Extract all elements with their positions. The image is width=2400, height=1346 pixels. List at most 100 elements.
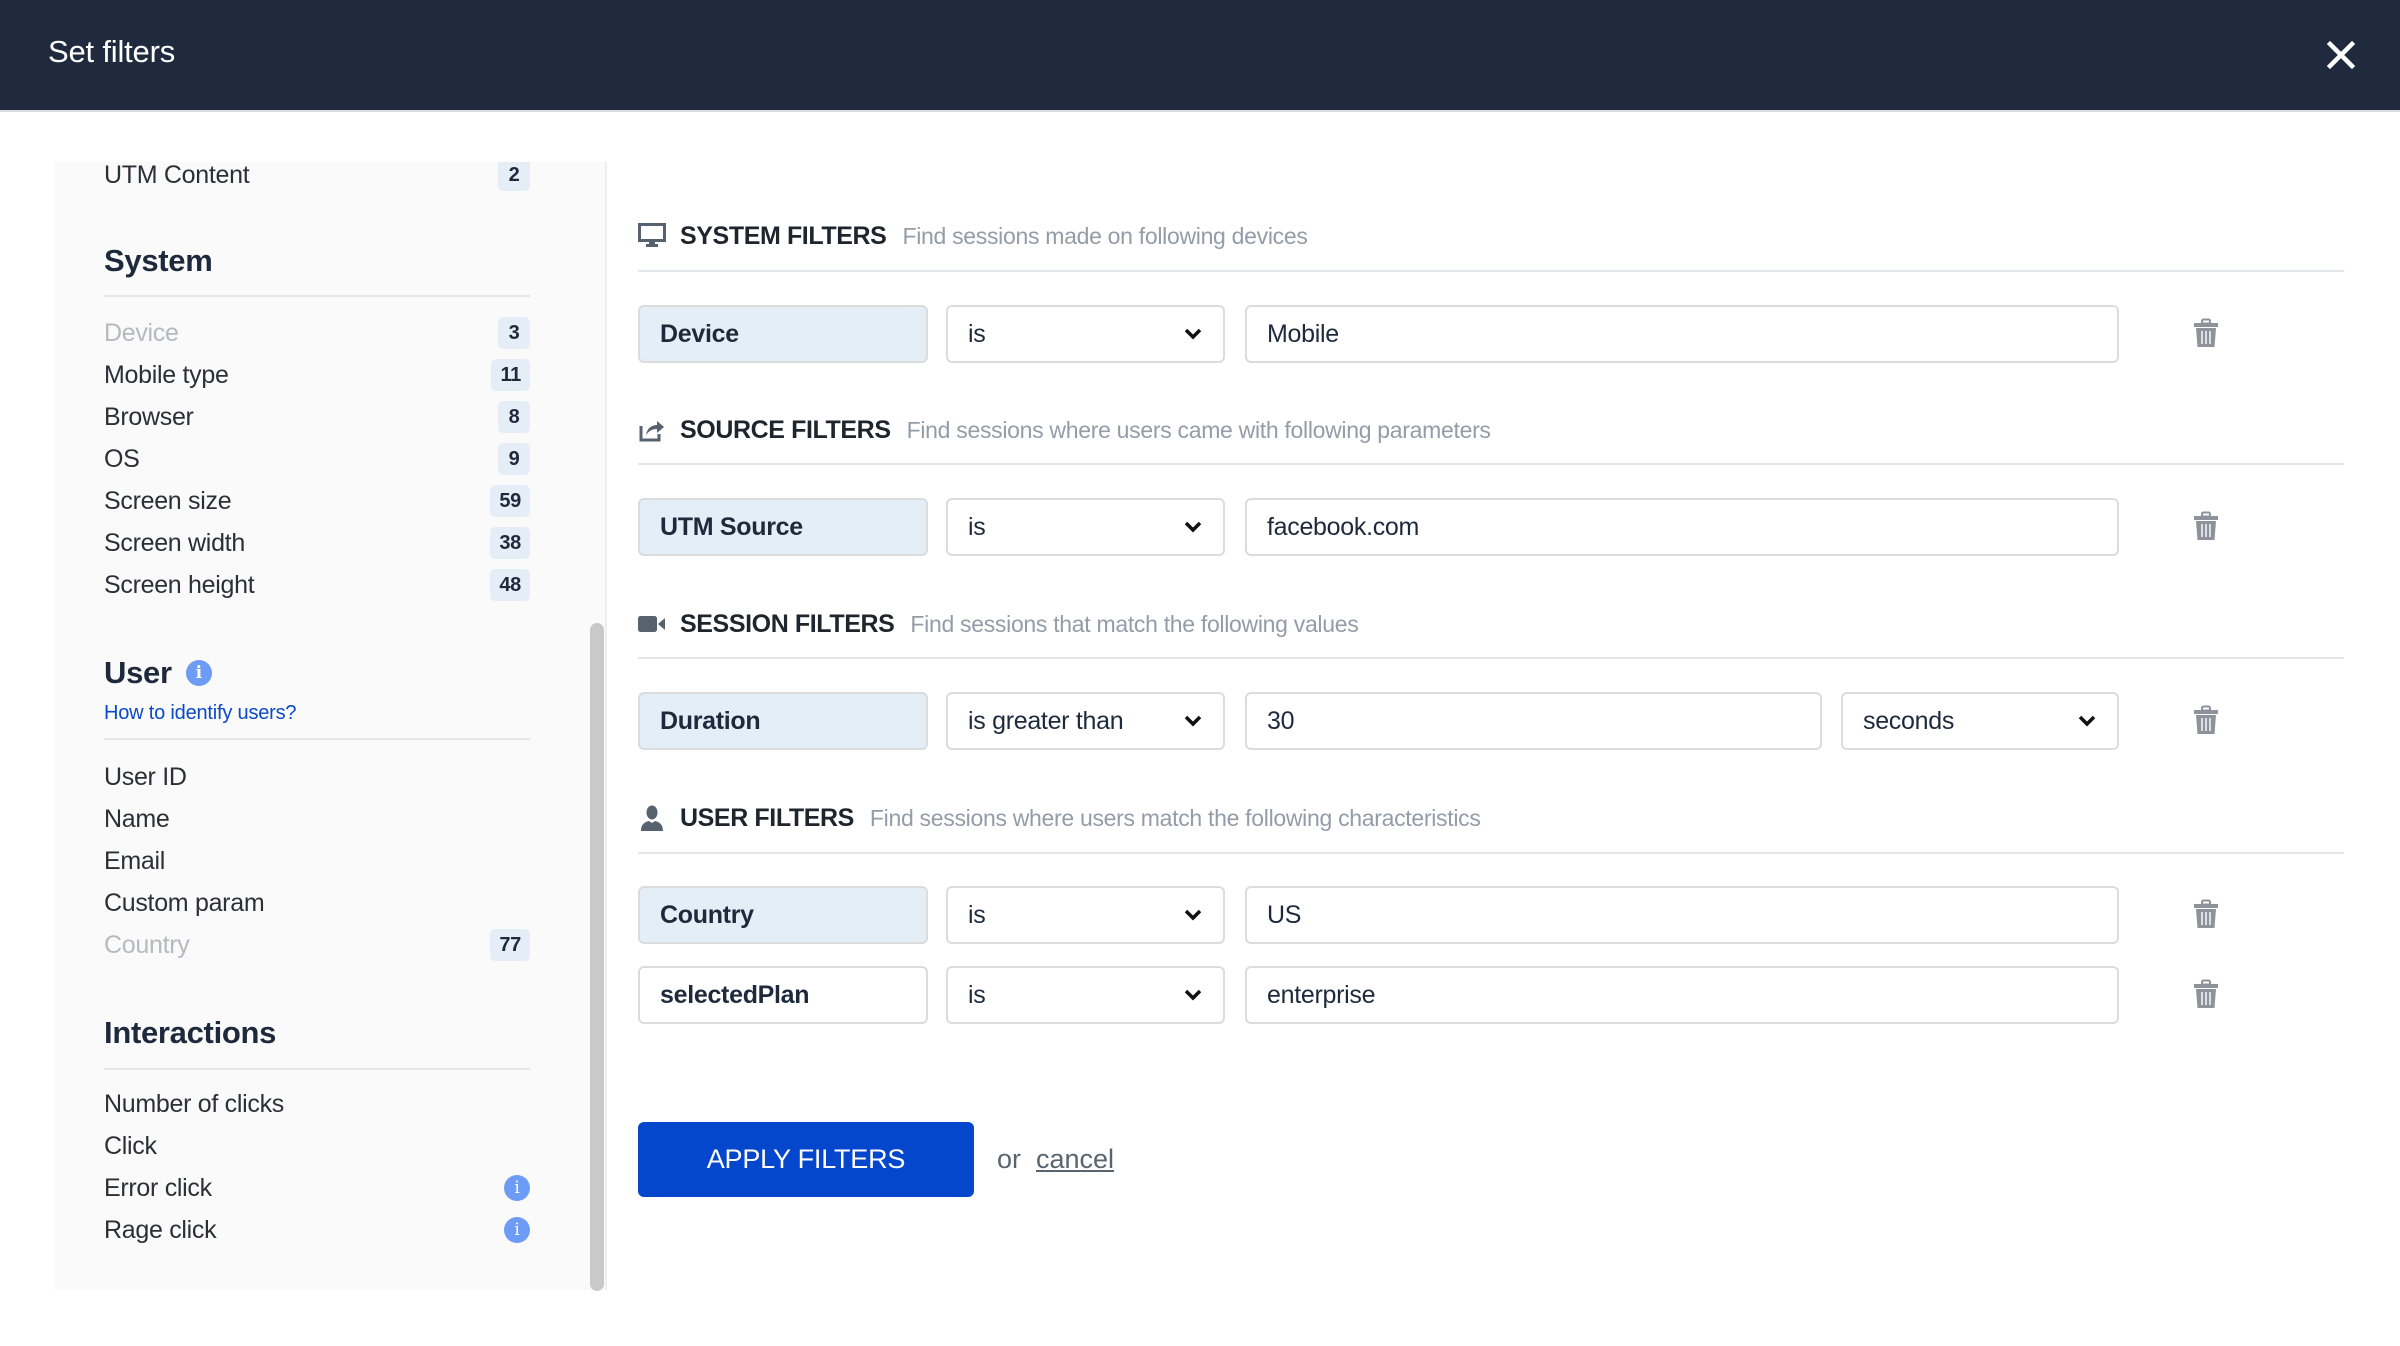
section-divider (638, 852, 2344, 854)
sidebar-item-screen-size[interactable]: Screen size 59 (104, 484, 530, 518)
filter-field: Device (638, 305, 928, 363)
custom-param-field-input[interactable]: selectedPlan (638, 966, 928, 1024)
sidebar-item-error-click[interactable]: Error click i (104, 1171, 530, 1205)
filter-value-input[interactable]: US (1245, 886, 2119, 944)
filter-value-input[interactable]: 30 (1245, 692, 1822, 750)
filter-value-input[interactable]: facebook.com (1245, 498, 2119, 556)
filter-field: UTM Source (638, 498, 928, 556)
info-icon[interactable]: i (504, 1175, 530, 1201)
share-icon (638, 416, 666, 444)
operator-select[interactable]: is (946, 305, 1225, 363)
sidebar-item-screen-width[interactable]: Screen width 38 (104, 526, 530, 560)
count-badge: 77 (490, 929, 530, 961)
how-to-identify-users-link[interactable]: How to identify users? (104, 702, 297, 725)
sidebar-item-country[interactable]: Country 77 (104, 928, 530, 962)
sidebar-item-user-id[interactable]: User ID (104, 760, 530, 794)
sidebar-item-label: User ID (104, 762, 187, 791)
chevron-down-icon (2078, 715, 2096, 727)
count-badge: 38 (490, 527, 530, 559)
sidebar-item-label: Screen width (104, 528, 245, 557)
sidebar-scrollbar[interactable] (590, 623, 604, 1291)
sidebar-clip-mask (55, 112, 605, 162)
section-title: USER FILTERS (680, 803, 854, 832)
sidebar-item-label: Error click (104, 1173, 212, 1202)
sidebar-item-rage-click[interactable]: Rage click i (104, 1213, 530, 1247)
section-description: Find sessions where users came with foll… (906, 416, 1491, 443)
count-badge: 11 (491, 359, 530, 391)
section-description: Find sessions made on following devices (902, 222, 1308, 249)
trash-icon[interactable] (2193, 318, 2219, 348)
chevron-down-icon (1184, 989, 1202, 1001)
unit-value: seconds (1863, 706, 1955, 735)
section-divider (638, 463, 2344, 465)
trash-icon[interactable] (2193, 511, 2219, 541)
sidebar-divider-interactions (104, 1068, 530, 1070)
section-divider (638, 657, 2344, 659)
chevron-down-icon (1184, 909, 1202, 921)
operator-select[interactable]: is (946, 886, 1225, 944)
filter-field: Duration (638, 692, 928, 750)
operator-value: is (968, 980, 986, 1009)
sidebar-item-number-of-clicks[interactable]: Number of clicks (104, 1087, 530, 1121)
chevron-down-icon (1184, 715, 1202, 727)
trash-icon[interactable] (2193, 979, 2219, 1009)
unit-select[interactable]: seconds (1841, 692, 2119, 750)
video-camera-icon (638, 610, 666, 638)
source-filters-header: SOURCE FILTERS Find sessions where users… (638, 410, 1491, 450)
sidebar-heading-label: System (104, 243, 213, 278)
info-icon[interactable]: i (504, 1217, 530, 1243)
sidebar-divider-system (104, 295, 530, 297)
close-icon (2326, 40, 2356, 70)
session-filters-header: SESSION FILTERS Find sessions that match… (638, 604, 1359, 644)
system-filters-header: SYSTEM FILTERS Find sessions made on fol… (638, 216, 1308, 256)
sidebar-heading-label: User (104, 655, 172, 690)
sidebar-item-label: Mobile type (104, 360, 229, 389)
sidebar-item-screen-height[interactable]: Screen height 48 (104, 568, 530, 602)
sidebar-item-os[interactable]: OS 9 (104, 442, 530, 476)
operator-value: is (968, 900, 986, 929)
user-icon (638, 804, 666, 832)
info-icon[interactable]: i (185, 660, 212, 686)
monitor-icon (638, 222, 666, 250)
sidebar-heading-interactions: Interactions (104, 1015, 276, 1051)
dialog-header: Set filters (0, 0, 2400, 112)
sidebar-item-label: Number of clicks (104, 1089, 284, 1118)
sidebar-item-email[interactable]: Email (104, 844, 530, 878)
operator-select[interactable]: is (946, 498, 1225, 556)
dialog-title: Set filters (48, 34, 176, 69)
filter-field: Country (638, 886, 928, 944)
sidebar-item-browser[interactable]: Browser 8 (104, 400, 530, 434)
cancel-link[interactable]: cancel (1036, 1144, 1114, 1175)
filter-value-input[interactable]: Mobile (1245, 305, 2119, 363)
sidebar-heading-user: User i (104, 655, 212, 691)
sidebar-item-label: Click (104, 1131, 157, 1160)
apply-filters-button[interactable]: APPLY FILTERS (638, 1122, 974, 1197)
sidebar-item-custom-param[interactable]: Custom param (104, 886, 530, 920)
operator-select[interactable]: is greater than (946, 692, 1225, 750)
sidebar-divider-user (104, 738, 530, 740)
sidebar-item-name[interactable]: Name (104, 802, 530, 836)
sidebar-item-click[interactable]: Click (104, 1129, 530, 1163)
trash-icon[interactable] (2193, 899, 2219, 929)
close-button[interactable] (2322, 36, 2360, 74)
count-badge: 2 (498, 159, 530, 191)
count-badge: 3 (498, 317, 530, 349)
sidebar-item-mobile-type[interactable]: Mobile type 11 (104, 358, 530, 392)
user-filters-header: USER FILTERS Find sessions where users m… (638, 798, 1481, 838)
operator-value: is (968, 512, 986, 541)
count-badge: 48 (490, 569, 530, 601)
sidebar-item-utm-content[interactable]: UTM Content 2 (104, 158, 530, 192)
trash-icon[interactable] (2193, 705, 2219, 735)
sidebar-item-label: Custom param (104, 888, 265, 917)
section-divider (638, 270, 2344, 272)
sidebar-heading-label: Interactions (104, 1015, 277, 1050)
filter-value-input[interactable]: enterprise (1245, 966, 2119, 1024)
chevron-down-icon (1184, 328, 1202, 340)
section-description: Find sessions where users match the foll… (869, 804, 1481, 831)
operator-select[interactable]: is (946, 966, 1225, 1024)
sidebar-item-label: UTM Content (104, 160, 250, 189)
section-title: SYSTEM FILTERS (680, 221, 887, 250)
or-text: or (997, 1144, 1022, 1174)
sidebar-item-device[interactable]: Device 3 (104, 316, 530, 350)
sidebar-item-label: Screen size (104, 486, 232, 515)
